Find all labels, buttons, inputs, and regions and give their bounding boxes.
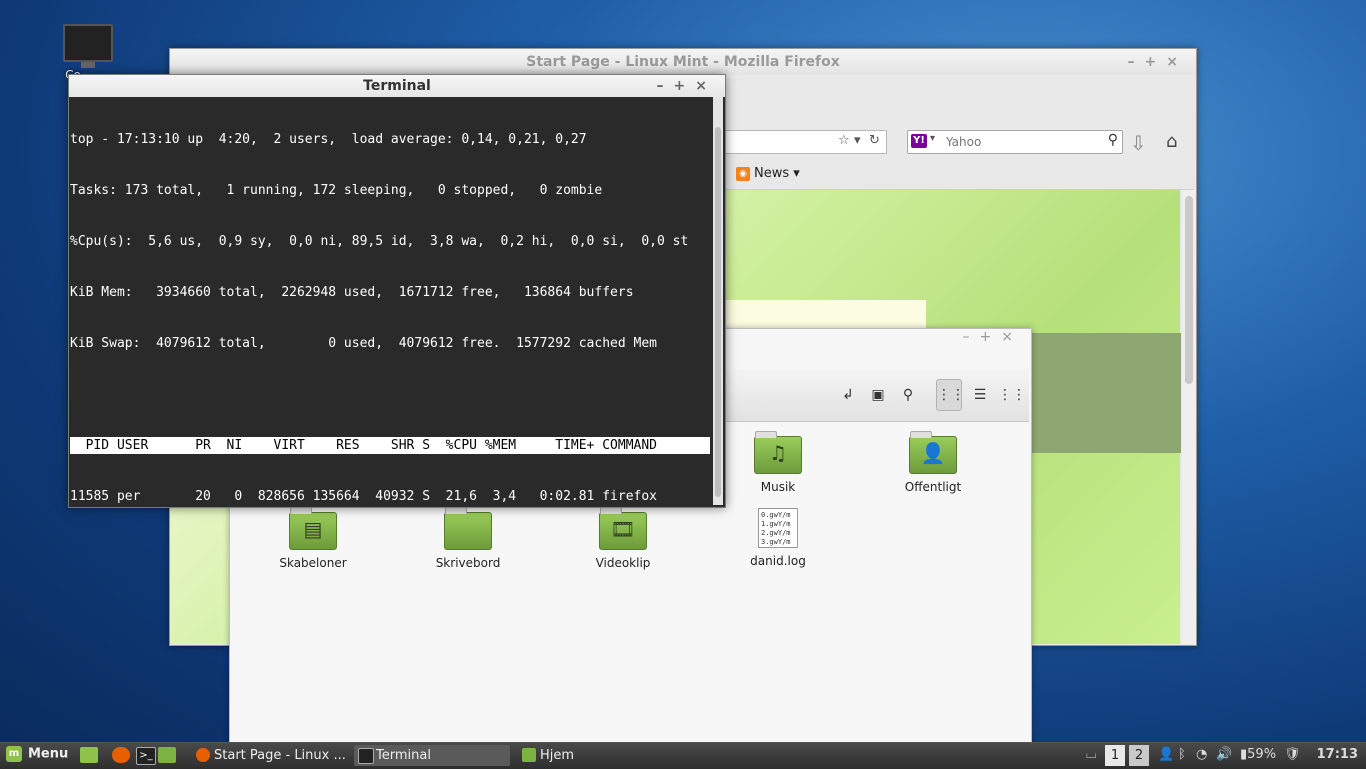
file-label: Musik [760,480,796,494]
terminal-window: Terminal –+× top - 17:13:10 up 4:20, 2 u… [68,74,726,508]
file-label: danid.log [750,554,806,568]
top-summary-line: top - 17:13:10 up 4:20, 2 users, load av… [70,132,587,147]
volume-icon[interactable]: 🔊 [1216,747,1232,762]
home-icon[interactable]: ⌂ [1166,131,1177,152]
file-label: Skabeloner [279,556,347,570]
bookmark-star-icon[interactable]: ☆ [838,133,850,148]
file-label: Skrivebord [435,556,501,570]
bookmark-news[interactable]: ◉ News ▾ [736,166,800,181]
process-row: 11585 per 20 0 828656 135664 40932 S 21,… [70,489,657,504]
firefox-title: Start Page - Linux Mint - Mozilla Firefo… [526,54,840,70]
file-label: Offentligt [904,480,962,494]
task-label: Terminal [376,748,431,763]
video-folder-icon: 🎞 [599,507,647,550]
rss-icon: ◉ [736,166,750,181]
workspace-2[interactable]: 2 [1129,745,1149,766]
file-item-musik[interactable]: ♫ Musik [718,431,838,494]
task-label: Start Page - Linux ... [214,748,346,763]
folder-icon [522,748,536,762]
menu-button[interactable]: m Menu [6,746,68,762]
text-file-icon: 0.gwY/m 1.gwY/m 2.gwY/m 3.gwY/m [758,508,798,548]
taskbar-panel: m Menu >_ Start Page - Linux ... Terminal… [0,742,1366,769]
search-box[interactable]: Y! ▾ ⚲ [907,130,1123,154]
file-label: Videoklip [595,556,651,570]
file-item-videoklip[interactable]: 🎞 Videoklip [563,507,683,570]
public-folder-icon: 👤 [909,431,957,474]
terminal-scrollbar[interactable] [713,97,723,505]
file-item-skrivebord[interactable]: Skrivebord [408,507,528,570]
yahoo-icon[interactable]: Y! [911,134,927,148]
templates-folder-icon: ▤ [289,507,337,550]
firefox-scroll-thumb[interactable] [1185,196,1193,384]
update-shield-icon[interactable]: 🛡 [1284,747,1301,762]
open-terminal-icon[interactable]: ↲ [836,383,860,407]
search-engine-dropdown-icon[interactable]: ▾ [930,133,935,144]
tray-expander-icon[interactable]: ⌴ [1086,747,1096,762]
user-icon[interactable]: 👤 [1158,747,1174,762]
terminal-icon [358,748,374,764]
terminal-screen[interactable]: top - 17:13:10 up 4:20, 2 users, load av… [70,97,710,506]
download-icon[interactable]: ⇩ [1130,131,1147,155]
process-table: 11585 per 20 0 828656 135664 40932 S 21,… [70,488,710,506]
task-files[interactable]: Hjem [518,745,670,766]
process-table-header: PID USER PR NI VIRT RES SHR S %CPU %MEM … [70,437,710,454]
url-dropdown-icon[interactable]: ▾ [854,133,861,148]
url-bar[interactable]: ☆ ▾ ↻ [726,130,887,154]
firefox-window-controls[interactable]: –+× [1128,49,1188,75]
mint-logo-icon: m [6,746,22,762]
clock[interactable]: 17:13 [1317,747,1358,762]
terminal-scroll-thumb[interactable] [715,127,721,497]
show-desktop-icon[interactable] [80,747,98,763]
music-folder-icon: ♫ [754,431,802,474]
top-summary-line: KiB Swap: 4079612 total, 0 used, 4079612… [70,336,657,351]
task-terminal[interactable]: Terminal [354,745,510,766]
task-label: Hjem [540,748,575,763]
firefox-launcher-icon[interactable] [112,747,130,763]
terminal-window-controls[interactable]: –+× [657,75,717,97]
bookmark-news-label: News [754,166,790,181]
top-summary-line: KiB Mem: 3934660 total, 2262948 used, 16… [70,285,634,300]
bluetooth-icon[interactable]: ᛒ [1178,747,1186,762]
menu-label: Menu [28,746,69,762]
file-item-danid-log[interactable]: 0.gwY/m 1.gwY/m 2.gwY/m 3.gwY/m danid.lo… [718,508,838,568]
top-summary-line: Tasks: 173 total, 1 running, 172 sleepin… [70,183,603,198]
compact-view-button[interactable]: ⋮⋮ [998,383,1026,407]
desktop-folder-icon [444,507,492,550]
firefox-scrollbar[interactable] [1182,190,1196,644]
terminal-title: Terminal [363,78,431,94]
files-launcher-icon[interactable] [158,747,176,763]
icon-view-button[interactable]: ⋮⋮ [936,379,965,411]
terminal-titlebar[interactable]: Terminal –+× [69,75,725,97]
search-icon[interactable]: ⚲ [1108,132,1118,148]
search-input[interactable] [944,132,1098,152]
file-item-skabeloner[interactable]: ▤ Skabeloner [253,507,373,570]
top-summary-line: %Cpu(s): 5,6 us, 0,9 sy, 0,0 ni, 89,5 id… [70,234,689,249]
page-panel [726,300,926,328]
workspace-1[interactable]: 1 [1105,745,1125,766]
file-manager-window-controls[interactable]: –+× [963,329,1023,345]
new-folder-icon[interactable]: ▣ [866,383,890,407]
firefox-icon [196,748,210,762]
monitor-icon [63,24,113,62]
battery-indicator[interactable]: ▮59% [1240,747,1276,762]
battery-percent: 59% [1247,747,1277,762]
reload-icon[interactable]: ↻ [869,133,880,148]
process-row: 9705 per 20 0 1613036 111104 34812 S 1,7… [70,505,710,506]
terminal-launcher-icon[interactable]: >_ [136,747,156,765]
task-firefox[interactable]: Start Page - Linux ... [192,745,364,766]
network-icon[interactable]: ◔ [1196,747,1207,762]
list-view-button[interactable]: ☰ [968,383,992,407]
firefox-titlebar[interactable]: Start Page - Linux Mint - Mozilla Firefo… [170,49,1196,75]
file-item-offentligt[interactable]: 👤 Offentligt [873,431,993,494]
search-icon[interactable]: ⚲ [896,383,920,407]
